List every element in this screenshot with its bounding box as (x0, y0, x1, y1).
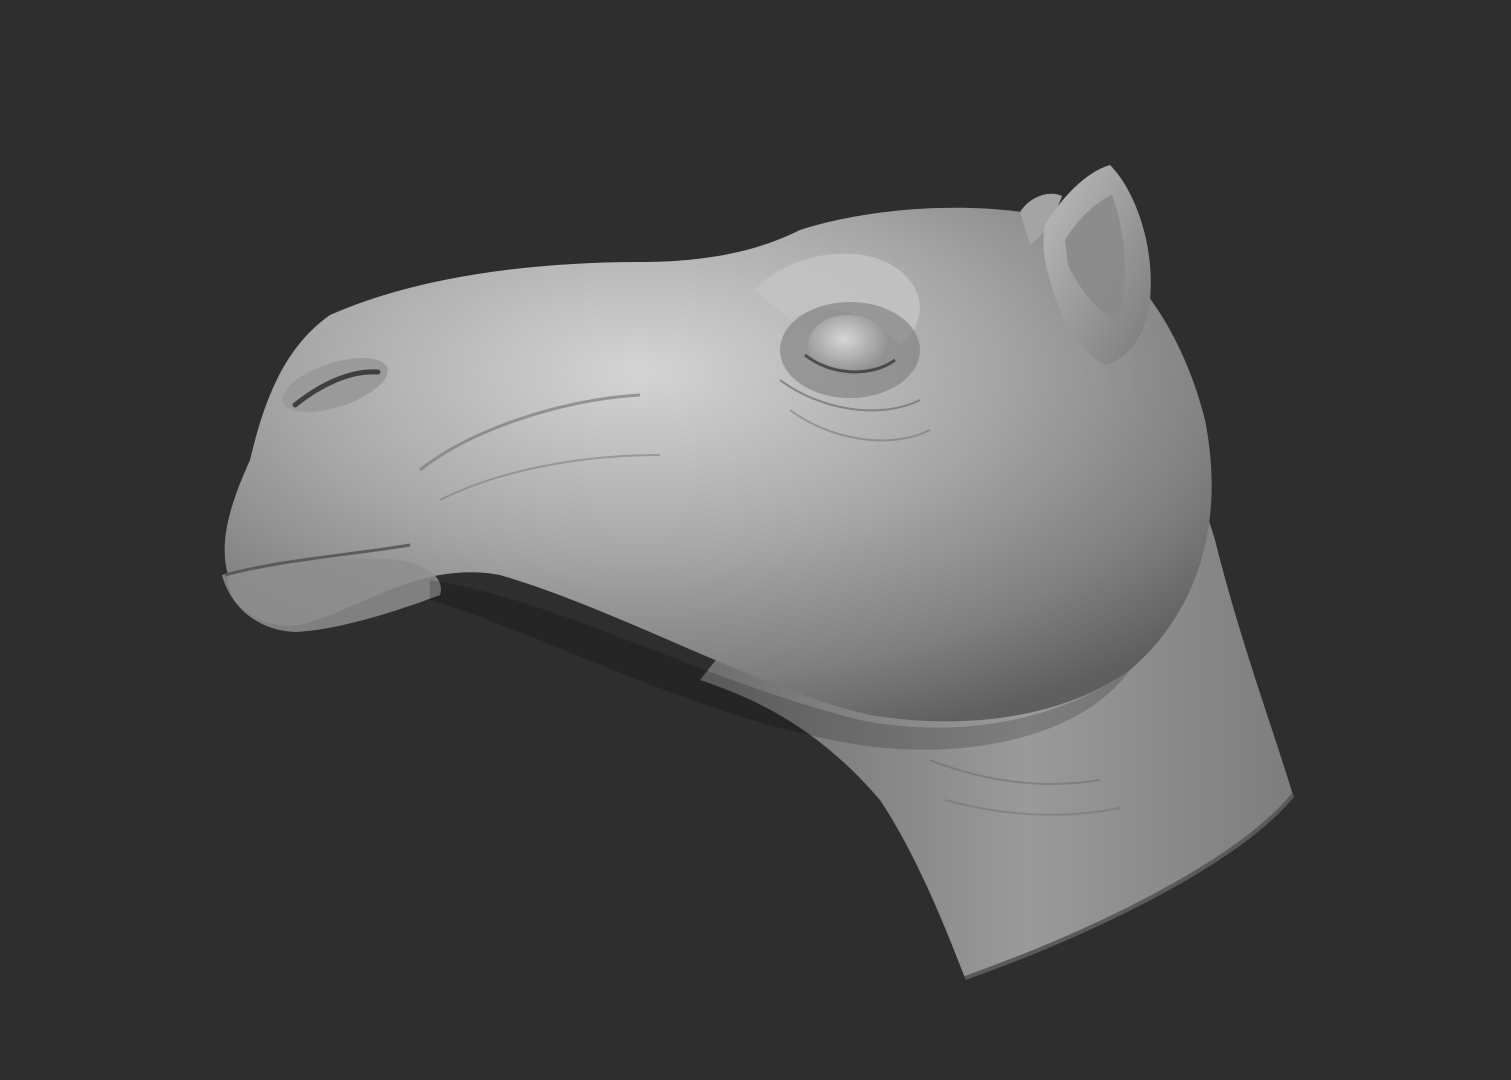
viewport (0, 0, 1511, 1080)
camel-head-sculpt (222, 165, 1295, 980)
